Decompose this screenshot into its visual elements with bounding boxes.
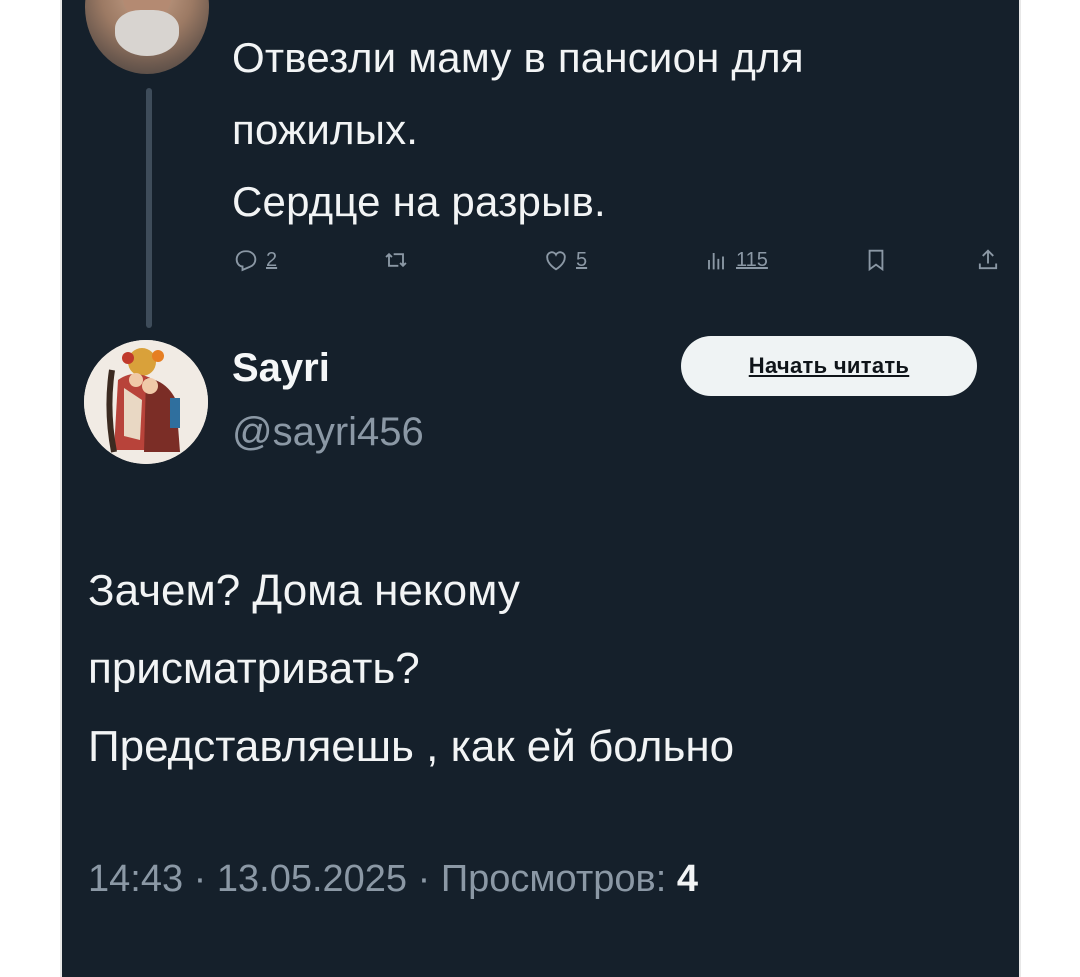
tweet-date[interactable]: 13.05.2025: [217, 858, 407, 900]
reply-author-avatar[interactable]: [84, 340, 208, 464]
tweet-screen: Отвезли маму в пансион для пожилых. Серд…: [60, 0, 1021, 977]
meta-separator: ·: [193, 858, 217, 900]
bookmark-icon: [868, 249, 884, 272]
avatar-illustration: [84, 340, 208, 464]
original-tweet-line: пожилых.: [232, 106, 419, 153]
share-icon: [978, 249, 998, 270]
reply-tweet-line: Представляешь , как ей больно: [88, 722, 735, 771]
original-tweet-line: Сердце на разрыв.: [232, 178, 606, 225]
reply-tweet-text: Зачем? Дома некому присматривать? Предст…: [88, 552, 998, 786]
follow-button[interactable]: Начать читать: [681, 336, 977, 396]
like-count: 5: [576, 248, 588, 271]
views-count-value: 4: [676, 858, 698, 900]
avatar-beard: [115, 10, 179, 56]
like-button[interactable]: 5: [542, 246, 587, 274]
tweet-meta: 14:43 · 13.05.2025 · Просмотров: 4: [88, 858, 698, 901]
original-tweet-line: Отвезли маму в пансион для: [232, 34, 804, 81]
bookmark-button[interactable]: [862, 246, 890, 274]
original-author-avatar[interactable]: [85, 0, 209, 74]
reply-tweet-line: Зачем? Дома некому: [88, 566, 520, 615]
tweet-time[interactable]: 14:43: [88, 858, 183, 900]
reply-count: 2: [266, 248, 278, 271]
original-tweet-text: Отвезли маму в пансион для пожилых. Серд…: [232, 22, 992, 238]
meta-separator: ·: [417, 858, 441, 900]
share-button[interactable]: [974, 246, 1002, 274]
like-icon: [546, 251, 566, 271]
views-icon: [708, 253, 724, 270]
reply-display-name[interactable]: Sayri: [232, 346, 330, 391]
views-button[interactable]: 115: [702, 246, 768, 274]
reply-icon: [235, 250, 257, 272]
reply-button[interactable]: 2: [232, 246, 277, 274]
thread-connector-line: [146, 88, 152, 328]
reply-handle[interactable]: @sayri456: [232, 410, 424, 455]
retweet-icon: [385, 252, 407, 268]
reply-tweet-line: присматривать?: [88, 644, 420, 693]
retweet-button[interactable]: [382, 246, 416, 274]
tweet-action-bar: 2 5 115: [232, 246, 1019, 290]
views-count: 115: [736, 248, 768, 271]
views-label: Просмотров:: [440, 858, 667, 900]
